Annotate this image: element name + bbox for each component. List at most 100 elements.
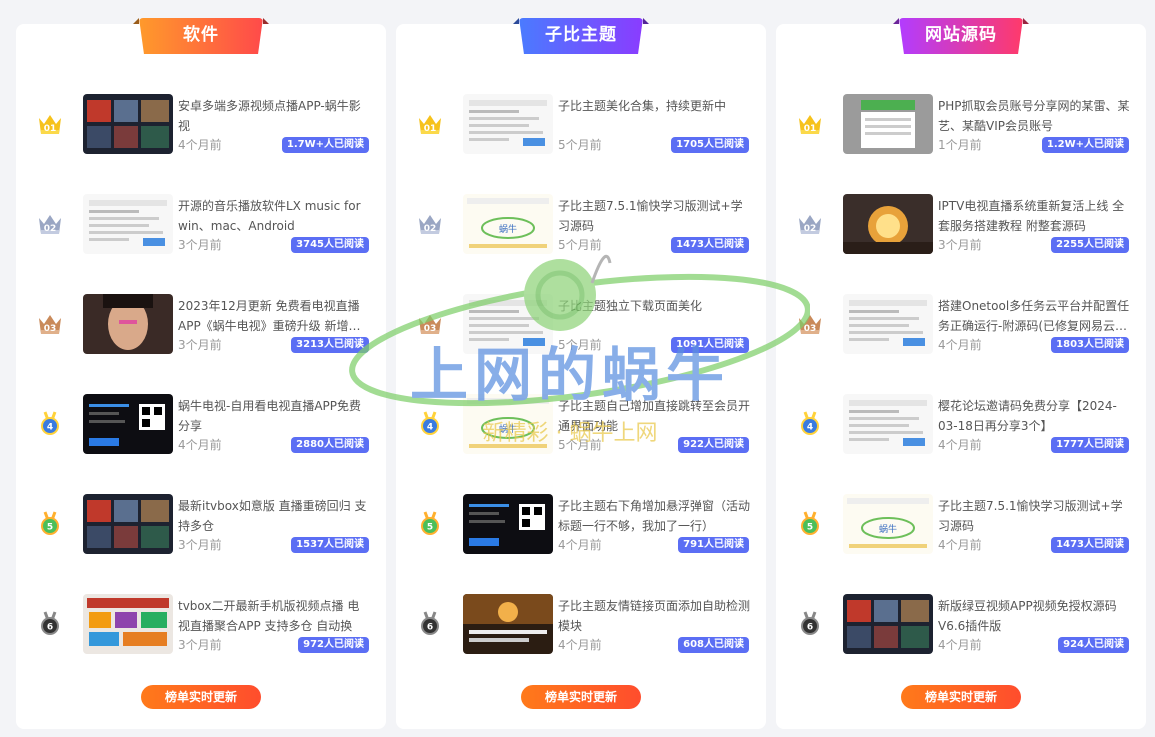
article-title[interactable]: tvbox二开最新手机版视频点播 电视直播聚合APP 支持多仓 自动换源… [178,596,370,636]
article-thumbnail[interactable] [83,194,173,254]
article-time: 3个月前 [938,238,982,252]
ranking-item[interactable]: 01 子比主题美化合集，持续更新中 5个月前 1705人已阅读 [396,94,766,156]
article-title[interactable]: 开源的音乐播放软件LX music for win、mac、Android [178,196,370,236]
article-time: 4个月前 [558,638,602,652]
article-thumbnail[interactable] [83,394,173,454]
read-count-badge: 1473人已阅读 [671,237,749,253]
rank-3-icon: 03 [796,310,824,338]
article-title[interactable]: 子比主题美化合集，持续更新中 [558,96,750,116]
read-count-badge: 1777人已阅读 [1051,437,1129,453]
svg-text:5: 5 [427,523,433,533]
ranking-item[interactable]: 6 新版绿豆视频APP视频免授权源码V6.6插件版 4个月前 924人已阅读 [776,594,1146,656]
article-time: 4个月前 [938,538,982,552]
article-thumbnail[interactable] [843,194,933,254]
ranking-panel: 子比主题 01 子比主题美化合集，持续更新中 5个月前 1705人已阅读 02 … [396,18,766,729]
article-time: 4个月前 [178,138,222,152]
rank-2-icon: 02 [796,210,824,238]
realtime-update-button[interactable]: 榜单实时更新 [141,685,261,709]
read-count-badge: 791人已阅读 [678,537,749,553]
article-thumbnail[interactable] [843,594,933,654]
article-thumbnail[interactable] [463,494,553,554]
ranking-item[interactable]: 4 蜗牛电视-自用看电视直播APP免费分享 4个月前 2880人已阅读 [16,394,386,456]
article-title[interactable]: 子比主题7.5.1愉快学习版测试+学习源码 [938,496,1130,536]
rank-6-icon: 6 [416,610,444,638]
article-thumbnail[interactable] [843,294,933,354]
rank-4-icon: 4 [416,410,444,438]
ranking-item[interactable]: 03 搭建Onetool多任务云平台并配置任务正确运行-附源码(已修复网易云… … [776,294,1146,356]
svg-text:5: 5 [807,523,813,533]
article-title[interactable]: 最新itvbox如意版 直播重磅回归 支持多仓 [178,496,370,536]
read-count-badge: 1091人已阅读 [671,337,749,353]
article-title[interactable]: 搭建Onetool多任务云平台并配置任务正确运行-附源码(已修复网易云… [938,296,1130,336]
ranking-item[interactable]: 03 子比主题独立下载页面美化 5个月前 1091人已阅读 [396,294,766,356]
panel-ribbon: 软件 [133,18,269,60]
article-title[interactable]: 子比主题自己增加直接跳转至会员开通界面功能 [558,396,750,436]
ranking-panels: 软件 01 安卓多端多源视频点播APP-蜗牛影视 4个月前 1.7W+人已阅读 … [16,18,1146,729]
svg-text:4: 4 [47,423,53,433]
article-title[interactable]: 子比主题独立下载页面美化 [558,296,750,316]
rank-1-icon: 01 [416,110,444,138]
article-thumbnail[interactable] [463,94,553,154]
rank-5-icon: 5 [416,510,444,538]
article-time: 5个月前 [558,438,602,452]
panel-ribbon: 网站源码 [893,18,1029,60]
panel-ribbon: 子比主题 [513,18,649,60]
article-thumbnail[interactable] [83,594,173,654]
rank-4-icon: 4 [36,410,64,438]
panel-title: 软件 [183,25,219,45]
realtime-update-button[interactable]: 榜单实时更新 [521,685,641,709]
article-thumbnail[interactable] [463,294,553,354]
ranking-item[interactable]: 03 2023年12月更新 免费看电视直播APP《蜗牛电视》重磅升级 新增… 3… [16,294,386,356]
ranking-item[interactable]: 4 蜗牛 子比主题自己增加直接跳转至会员开通界面功能 5个月前 922人已阅读 [396,394,766,456]
ranking-item[interactable]: 02 开源的音乐播放软件LX music for win、mac、Android… [16,194,386,256]
svg-text:01: 01 [44,124,57,134]
svg-text:4: 4 [427,423,433,433]
ranking-item[interactable]: 5 最新itvbox如意版 直播重磅回归 支持多仓 3个月前 1537人已阅读 [16,494,386,556]
article-thumbnail[interactable] [463,594,553,654]
article-thumbnail[interactable] [83,294,173,354]
ranking-item[interactable]: 4 樱花论坛邀请码免费分享【2024-03-18日再分享3个】 4个月前 177… [776,394,1146,456]
rank-2-icon: 02 [416,210,444,238]
article-thumbnail[interactable]: 蜗牛 [463,394,553,454]
ranking-item[interactable]: 02 IPTV电视直播系统重新复活上线 全套服务搭建教程 附整套源码 3个月前 … [776,194,1146,256]
read-count-badge: 608人已阅读 [678,637,749,653]
article-title[interactable]: PHP抓取会员账号分享网的某雷、某艺、某酷VIP会员账号 [938,96,1130,136]
panel-title: 网站源码 [925,25,997,45]
rank-6-icon: 6 [36,610,64,638]
ranking-item[interactable]: 01 PHP抓取会员账号分享网的某雷、某艺、某酷VIP会员账号 1个月前 1.2… [776,94,1146,156]
realtime-update-button[interactable]: 榜单实时更新 [901,685,1021,709]
article-time: 1个月前 [938,138,982,152]
read-count-badge: 1473人已阅读 [1051,537,1129,553]
article-thumbnail[interactable]: 蜗牛 [463,194,553,254]
article-thumbnail[interactable] [843,394,933,454]
article-title[interactable]: 蜗牛电视-自用看电视直播APP免费分享 [178,396,370,436]
read-count-badge: 972人已阅读 [298,637,369,653]
article-thumbnail[interactable] [843,94,933,154]
article-title[interactable]: 2023年12月更新 免费看电视直播APP《蜗牛电视》重磅升级 新增… [178,296,370,336]
ranking-item[interactable]: 02 蜗牛 子比主题7.5.1愉快学习版测试+学习源码 5个月前 1473人已阅… [396,194,766,256]
article-thumbnail[interactable]: 蜗牛 [843,494,933,554]
svg-text:03: 03 [44,324,57,334]
ranking-item[interactable]: 5 子比主题右下角增加悬浮弹窗（活动标题一行不够，我加了一行） 4个月前 791… [396,494,766,556]
article-title[interactable]: 樱花论坛邀请码免费分享【2024-03-18日再分享3个】 [938,396,1130,436]
article-title[interactable]: 子比主题7.5.1愉快学习版测试+学习源码 [558,196,750,236]
read-count-badge: 2255人已阅读 [1051,237,1129,253]
ranking-item[interactable]: 6 tvbox二开最新手机版视频点播 电视直播聚合APP 支持多仓 自动换源… … [16,594,386,656]
read-count-badge: 1803人已阅读 [1051,337,1129,353]
ranking-item[interactable]: 5 蜗牛 子比主题7.5.1愉快学习版测试+学习源码 4个月前 1473人已阅读 [776,494,1146,556]
article-time: 3个月前 [178,238,222,252]
svg-text:01: 01 [424,124,437,134]
ranking-item[interactable]: 6 子比主题友情链接页面添加自助检测模块 4个月前 608人已阅读 [396,594,766,656]
ranking-item[interactable]: 01 安卓多端多源视频点播APP-蜗牛影视 4个月前 1.7W+人已阅读 [16,94,386,156]
svg-text:03: 03 [804,324,817,334]
article-title[interactable]: IPTV电视直播系统重新复活上线 全套服务搭建教程 附整套源码 [938,196,1130,236]
article-title[interactable]: 新版绿豆视频APP视频免授权源码V6.6插件版 [938,596,1130,636]
article-thumbnail[interactable] [83,94,173,154]
article-title[interactable]: 子比主题右下角增加悬浮弹窗（活动标题一行不够，我加了一行） [558,496,750,536]
svg-text:4: 4 [807,423,813,433]
article-title[interactable]: 安卓多端多源视频点播APP-蜗牛影视 [178,96,370,136]
article-thumbnail[interactable] [83,494,173,554]
article-time: 5个月前 [558,338,602,352]
article-time: 5个月前 [558,238,602,252]
article-title[interactable]: 子比主题友情链接页面添加自助检测模块 [558,596,750,636]
